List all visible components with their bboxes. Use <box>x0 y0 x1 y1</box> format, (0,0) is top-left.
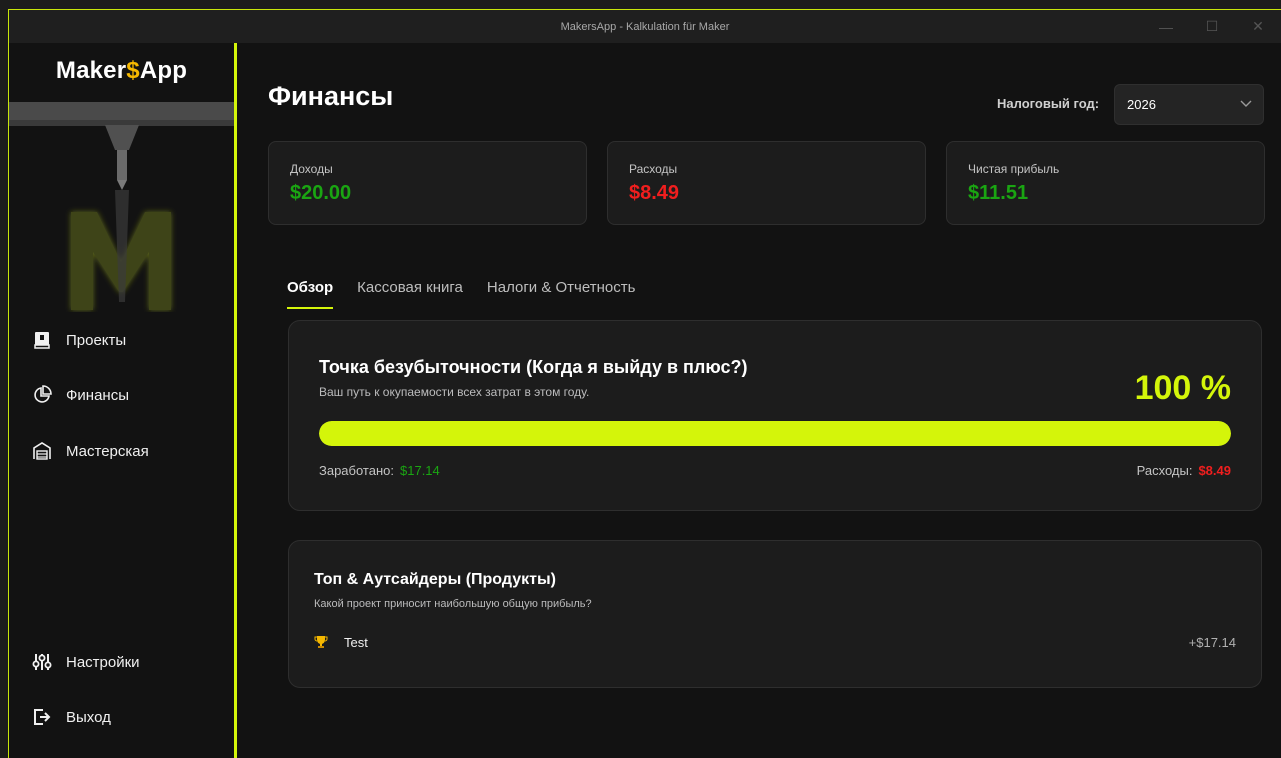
sidebar-item-label: Мастерская <box>66 442 149 460</box>
sidebar-item-label: Выход <box>66 708 111 726</box>
logo-suffix: App <box>139 57 188 84</box>
top-products-card: Топ & Аутсайдеры (Продукты) Какой проект… <box>288 540 1262 688</box>
breakeven-progress-fill <box>319 421 1231 446</box>
trophy-icon <box>314 635 330 649</box>
earned-value: $17.14 <box>400 463 440 478</box>
app-logo: Maker$App <box>9 57 234 85</box>
product-name: Test <box>344 634 368 650</box>
sliders-icon <box>31 651 53 673</box>
kpi-label: Доходы <box>290 162 333 176</box>
kpi-value: $8.49 <box>629 182 680 204</box>
sidebar-item-logout[interactable]: Выход <box>31 705 111 729</box>
sidebar-item-workshop[interactable]: Мастерская <box>31 439 149 463</box>
breakeven-subtitle: Ваш путь к окупаемости всех затрат в это… <box>319 385 590 399</box>
title-bar: MakersApp - Kalkulation für Maker — ☐ ✕ <box>9 10 1281 43</box>
expenses-value: $8.49 <box>1198 463 1231 478</box>
tab-bar: Обзор Кассовая книга Налоги & Отчетность <box>287 279 659 309</box>
window-controls: — ☐ ✕ <box>1143 10 1281 43</box>
logo-prefix: Maker <box>55 57 127 84</box>
logout-icon <box>31 706 53 728</box>
tax-year-label: Налоговый год: <box>997 96 1100 111</box>
window-title: MakersApp - Kalkulation für Maker <box>560 20 730 33</box>
top-products-subtitle: Какой проект приносит наибольшую общую п… <box>314 598 592 610</box>
sidebar-item-settings[interactable]: Настройки <box>31 650 140 674</box>
tax-year-value: 2026 <box>1127 97 1156 112</box>
book-icon <box>31 329 53 351</box>
sidebar-item-label: Финансы <box>66 386 129 404</box>
sidebar: Maker$App Проекты Финансы Мастерская Нас… <box>9 43 236 758</box>
kpi-value: $11.51 <box>968 182 1029 204</box>
logo-dollar: $ <box>126 57 140 84</box>
close-button[interactable]: ✕ <box>1235 10 1281 43</box>
kpi-card-net-profit: Чистая прибыль $11.51 <box>946 141 1265 225</box>
tax-year-select[interactable]: 2026 <box>1114 84 1264 125</box>
main-content: Финансы Налоговый год: 2026 Доходы $20.0… <box>237 43 1281 758</box>
earned-label: Заработано: <box>319 463 394 478</box>
pie-chart-icon <box>31 384 53 406</box>
warehouse-icon <box>31 440 53 462</box>
sidebar-item-label: Настройки <box>66 653 140 671</box>
breakeven-percent: 100 % <box>1134 369 1231 407</box>
maximize-button[interactable]: ☐ <box>1189 10 1235 43</box>
kpi-label: Чистая прибыль <box>968 162 1060 176</box>
expenses-summary: Расходы: $8.49 <box>1137 463 1231 478</box>
breakeven-progress-bar <box>319 421 1231 446</box>
page-title: Финансы <box>268 81 394 111</box>
breakeven-title: Точка безубыточности (Когда я выйду в пл… <box>319 357 748 377</box>
printer-m-logo-image <box>9 102 234 310</box>
sidebar-item-finances[interactable]: Финансы <box>31 383 129 407</box>
kpi-card-income: Доходы $20.00 <box>268 141 587 225</box>
list-item[interactable]: Test +$17.14 <box>314 631 1236 653</box>
kpi-value: $20.00 <box>290 182 352 204</box>
expenses-label: Расходы: <box>1136 463 1193 478</box>
product-profit: +$17.14 <box>1188 634 1236 650</box>
sidebar-item-label: Проекты <box>66 331 127 349</box>
tab-taxes-reports[interactable]: Налоги & Отчетность <box>487 279 636 309</box>
minimize-button[interactable]: — <box>1143 10 1189 43</box>
top-products-title: Топ & Аутсайдеры (Продукты) <box>314 571 556 588</box>
earned-summary: Заработано: $17.14 <box>319 463 440 478</box>
kpi-card-expenses: Расходы $8.49 <box>607 141 926 225</box>
chevron-down-icon <box>1239 96 1253 113</box>
tab-overview[interactable]: Обзор <box>287 279 334 309</box>
sidebar-item-projects[interactable]: Проекты <box>31 328 126 352</box>
tab-cashbook[interactable]: Кассовая книга <box>357 279 463 309</box>
app-window: MakersApp - Kalkulation für Maker — ☐ ✕ … <box>8 9 1281 758</box>
kpi-label: Расходы <box>629 162 678 176</box>
breakeven-card: Точка безубыточности (Когда я выйду в пл… <box>288 320 1262 511</box>
